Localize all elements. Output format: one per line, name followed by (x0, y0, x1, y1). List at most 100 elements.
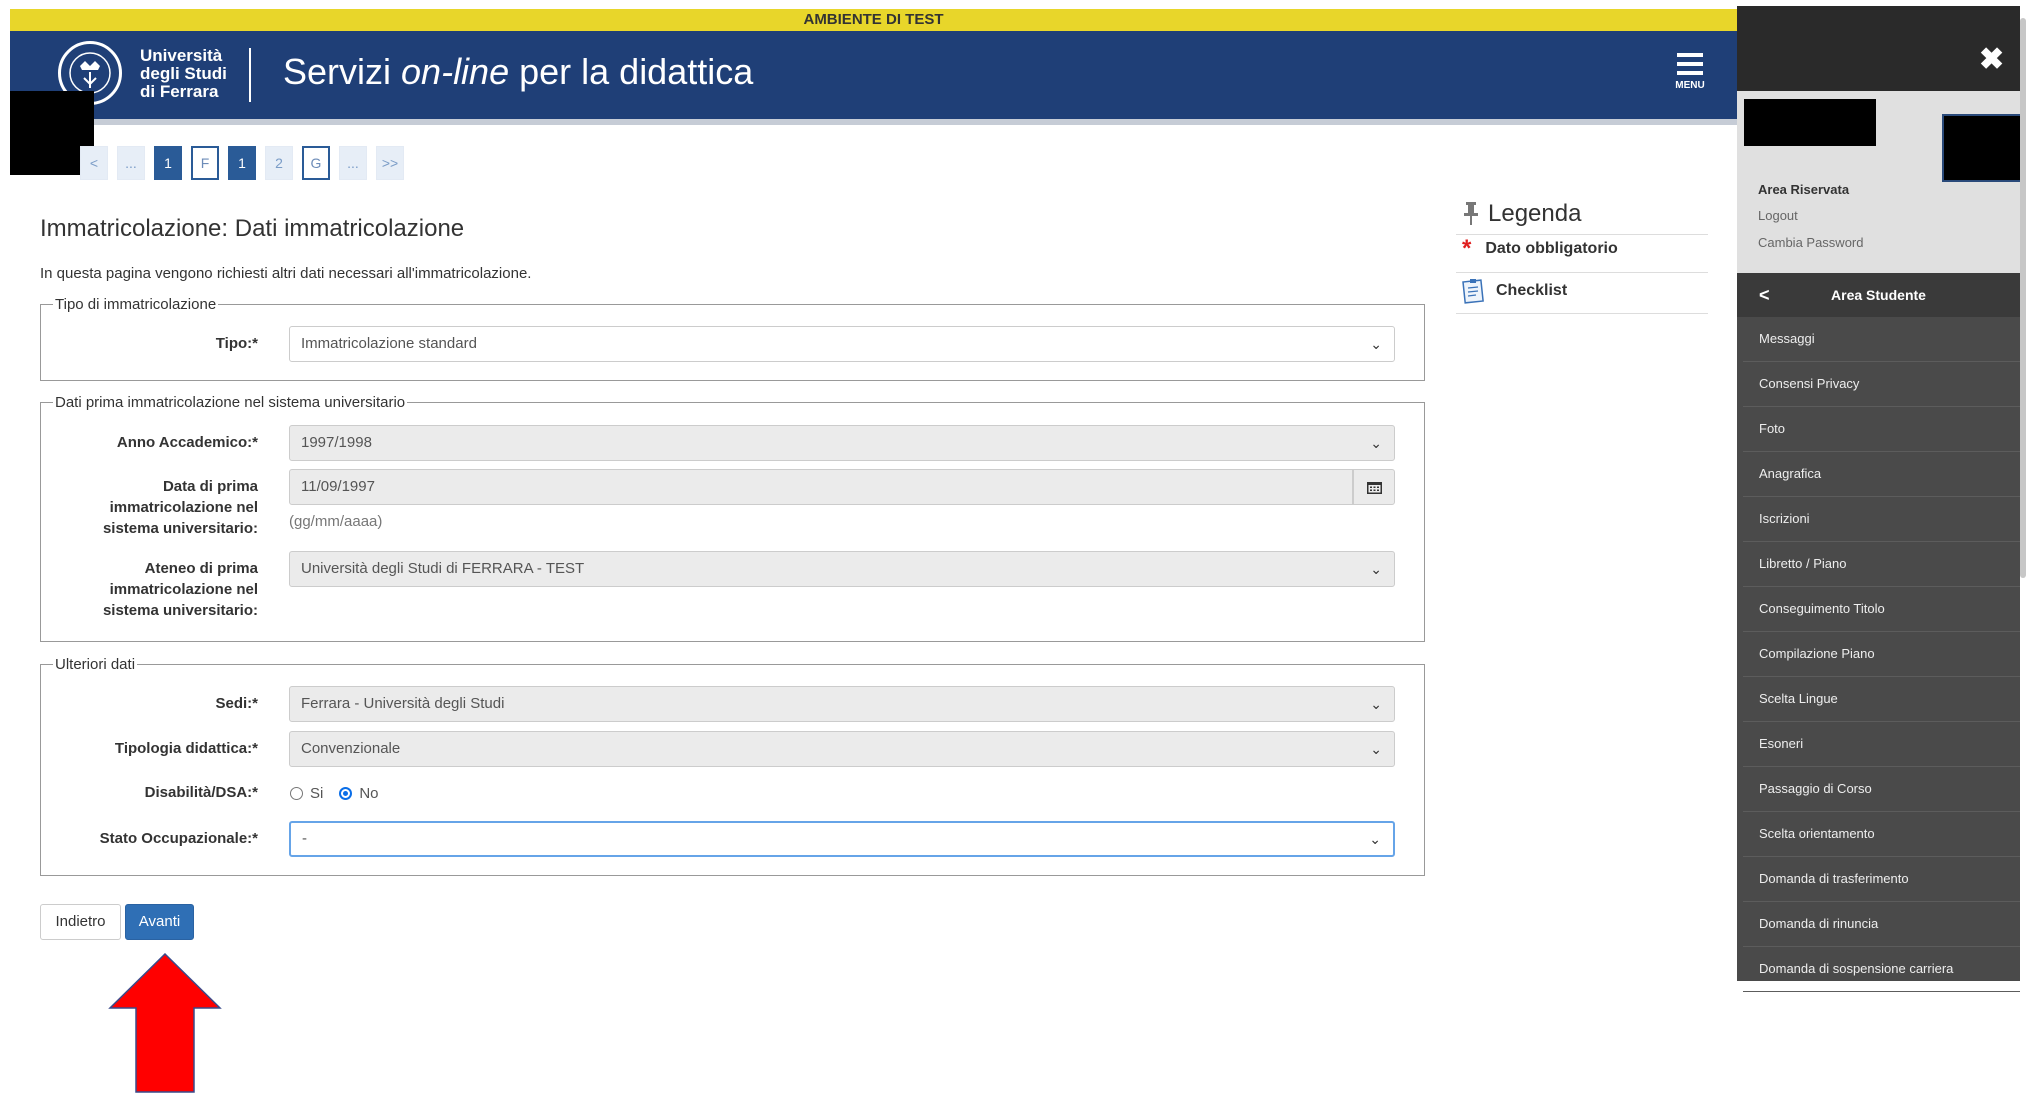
data-value: 11/09/1997 (301, 478, 375, 495)
side-item-anagrafica[interactable]: Anagrafica (1743, 452, 2020, 497)
step-1[interactable]: 1 (154, 146, 182, 180)
data-input[interactable]: 11/09/1997 (289, 469, 1353, 505)
page-description: In questa pagina vengono richiesti altri… (40, 265, 532, 282)
data-label: Data di prima immatricolazione nel siste… (60, 476, 258, 539)
side-item-foto[interactable]: Foto (1743, 407, 2020, 452)
redacted-user-name (1744, 99, 1876, 146)
step-prev[interactable]: < (80, 146, 108, 180)
stato-label: Stato Occupazionale:* (99, 830, 258, 847)
chevron-down-icon: ⌄ (1370, 561, 1382, 577)
stato-select[interactable]: - ⌄ (289, 821, 1395, 857)
side-menu: ✖ Area Riservata Logout Cambia Password … (1737, 6, 2026, 992)
chevron-down-icon: ⌄ (1370, 696, 1382, 712)
side-item-passaggio-di-corso[interactable]: Passaggio di Corso (1743, 767, 2020, 812)
side-item-domanda-sospensione[interactable]: Domanda di sospensione carriera (1743, 947, 2020, 992)
cambia-password-link[interactable]: Cambia Password (1758, 235, 1864, 250)
legend-required: * Dato obbligatorio (1462, 235, 1618, 262)
radio-no[interactable] (339, 787, 353, 800)
data-label-line-1: Data di prima (162, 478, 258, 495)
stato-value: - (302, 830, 307, 847)
ateneo-value: Università degli Studi di FERRARA - TEST (301, 560, 585, 577)
fieldset-legend: Dati prima immatricolazione nel sistema … (55, 394, 406, 411)
side-item-domanda-rinuncia[interactable]: Domanda di rinuncia (1743, 902, 2020, 947)
side-item-scelta-lingue[interactable]: Scelta Lingue (1743, 677, 2020, 722)
university-logo-text[interactable]: Università degli Studi di Ferrara (140, 47, 227, 101)
tipo-value: Immatricolazione standard (301, 335, 477, 352)
side-item-iscrizioni[interactable]: Iscrizioni (1743, 497, 2020, 542)
step-ellipsis[interactable]: ... (117, 146, 145, 180)
menu-button[interactable]: MENU (1670, 53, 1710, 101)
tipologia-value: Convenzionale (301, 740, 401, 757)
header-divider (249, 48, 251, 102)
step-2[interactable]: 2 (265, 146, 293, 180)
sedi-label: Sedi:* (215, 695, 258, 712)
radio-no-label: No (359, 785, 379, 802)
page-title: Immatricolazione: Dati immatricolazione (40, 215, 465, 242)
legend-title-text: Legenda (1488, 200, 1582, 227)
ateneo-label: Ateneo di prima immatricolazione nel sis… (60, 558, 258, 621)
side-item-domanda-trasferimento[interactable]: Domanda di trasferimento (1743, 857, 2020, 902)
step-F[interactable]: F (191, 146, 219, 180)
step-ellipsis-2[interactable]: ... (339, 146, 367, 180)
next-button[interactable]: Avanti (125, 904, 194, 940)
legend-divider (1456, 234, 1708, 235)
disabilita-label: Disabilità/DSA:* (144, 784, 258, 801)
anno-value: 1997/1998 (301, 434, 372, 451)
data-label-line-2: immatricolazione nel (109, 499, 258, 516)
legend-required-label: Dato obbligatorio (1485, 240, 1618, 257)
close-icon[interactable]: ✖ (1979, 42, 2004, 77)
page-scrollbar[interactable] (2020, 18, 2026, 578)
radio-si-label: Si (310, 785, 324, 802)
side-section-header[interactable]: < Area Studente (1737, 273, 2020, 317)
side-user-panel: Area Riservata Logout Cambia Password (1737, 91, 2026, 273)
radio-si[interactable] (290, 787, 303, 800)
side-menu-list: Messaggi Consensi Privacy Foto Anagrafic… (1743, 317, 2020, 992)
side-item-esoneri[interactable]: Esoneri (1743, 722, 2020, 767)
step-1-current[interactable]: 1 (228, 146, 256, 180)
tipo-label: Tipo:* (215, 335, 258, 352)
step-next[interactable]: >> (376, 146, 404, 180)
side-item-messaggi[interactable]: Messaggi (1743, 317, 2020, 362)
tipologia-label: Tipologia didattica:* (114, 740, 258, 757)
side-item-compilazione-piano[interactable]: Compilazione Piano (1743, 632, 2020, 677)
anno-select[interactable]: 1997/1998 ⌄ (289, 425, 1395, 461)
chevron-down-icon: ⌄ (1370, 435, 1382, 451)
legend-checklist-label: Checklist (1496, 282, 1568, 299)
side-item-libretto-piano[interactable]: Libretto / Piano (1743, 542, 2020, 587)
header-title-post: per la didattica (509, 51, 754, 92)
back-button[interactable]: Indietro (40, 904, 121, 940)
step-navigator: < ... 1 F 1 2 G ... >> (80, 146, 404, 182)
ateneo-label-line-1: Ateneo di prima (144, 560, 258, 577)
tipologia-select[interactable]: Convenzionale ⌄ (289, 731, 1395, 767)
hamburger-icon (1670, 53, 1710, 75)
area-riservata-label: Area Riservata (1758, 182, 1850, 197)
disabilita-radio-group: Si No (290, 785, 379, 802)
calendar-button[interactable] (1353, 469, 1395, 505)
ateneo-label-line-2: immatricolazione nel (109, 581, 258, 598)
asterisk-icon: * (1462, 235, 1472, 262)
chevron-down-icon: ⌄ (1369, 831, 1381, 847)
logout-link[interactable]: Logout (1758, 208, 1798, 223)
side-item-scelta-orientamento[interactable]: Scelta orientamento (1743, 812, 2020, 857)
logo-line-2: degli Studi (140, 64, 227, 83)
side-item-conseguimento-titolo[interactable]: Conseguimento Titolo (1743, 587, 2020, 632)
ateneo-select[interactable]: Università degli Studi di FERRARA - TEST… (289, 551, 1395, 587)
calendar-icon (1367, 482, 1382, 494)
date-format-hint: (gg/mm/aaaa) (289, 513, 383, 530)
side-menu-top: ✖ (1737, 6, 2020, 91)
logo-line-1: Università (140, 46, 223, 65)
side-item-consensi-privacy[interactable]: Consensi Privacy (1743, 362, 2020, 407)
side-section-title: Area Studente (1831, 287, 1926, 303)
anno-label: Anno Accademico:* (116, 434, 258, 451)
step-G[interactable]: G (302, 146, 330, 180)
tipo-select[interactable]: Immatricolazione standard ⌄ (289, 326, 1395, 362)
checklist-icon (1462, 279, 1484, 304)
legend-title: Legenda (1488, 200, 1581, 228)
sedi-value: Ferrara - Università degli Studi (301, 695, 505, 712)
logo-line-3: di Ferrara (140, 82, 219, 101)
legend-checklist: Checklist (1462, 278, 1567, 304)
chevron-down-icon: ⌄ (1370, 336, 1382, 352)
sedi-select[interactable]: Ferrara - Università degli Studi ⌄ (289, 686, 1395, 722)
red-arrow-annotation (108, 953, 222, 1093)
chevron-left-icon[interactable]: < (1759, 273, 1770, 317)
